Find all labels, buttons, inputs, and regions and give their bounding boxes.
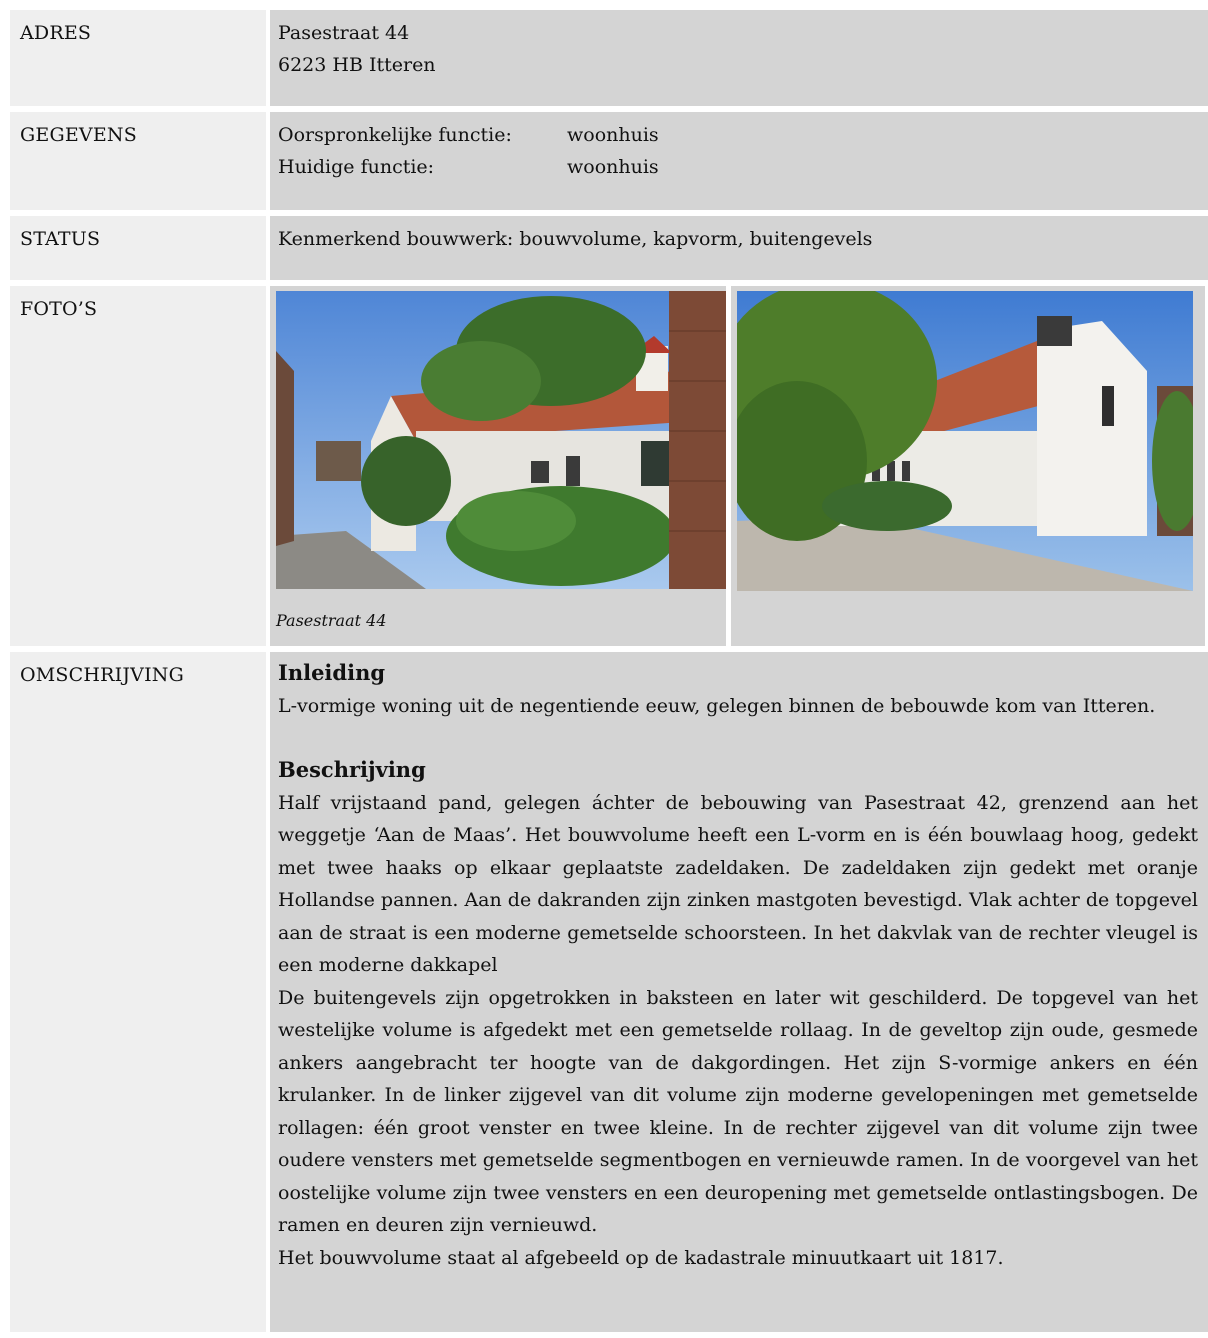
photo-caption: Pasestraat 44: [276, 611, 387, 630]
current-function-key: Huidige functie:: [278, 156, 435, 178]
photo-cell-1: Pasestraat 44: [270, 286, 726, 646]
inleiding-heading: Inleiding: [278, 660, 386, 685]
gegevens-value: Oorspronkelijke functie: woonhuis Huidig…: [270, 112, 1208, 210]
fotos-value: Pasestraat 44: [270, 281, 1208, 646]
house-side-photo: [717, 281, 1202, 591]
status-label: STATUS: [10, 216, 266, 280]
beschrijving-paragraph-1: Half vrijstaand pand, gelegen áchter de …: [278, 791, 1198, 977]
omschrijving-label: OMSCHRIJVING: [10, 652, 266, 1332]
gegevens-row: GEGEVENS Oorspronkelijke functie: woonhu…: [10, 112, 1208, 210]
fotos-label: FOTO’S: [10, 286, 266, 646]
inleiding-text: L-vormige woning uit de negentiende eeuw…: [278, 694, 1156, 717]
adres-label: ADRES: [10, 10, 266, 106]
current-function-line: Huidige functie: woonhuis: [278, 151, 1198, 183]
omschrijving-value: Inleiding L-vormige woning uit de negent…: [270, 652, 1208, 1332]
original-function-line: Oorspronkelijke functie: woonhuis: [278, 119, 1198, 151]
postal-city: 6223 HB Itteren: [278, 54, 436, 76]
beschrijving-paragraph-3: Het bouwvolume staat al afgebeeld op de …: [278, 1246, 1004, 1269]
adres-row: ADRES Pasestraat 44 6223 HB Itteren: [10, 10, 1208, 106]
fotos-row: FOTO’S Pasestraat 44: [10, 281, 1208, 646]
adres-value: Pasestraat 44 6223 HB Itteren: [270, 10, 1208, 106]
status-row: STATUS Kenmerkend bouwwerk: bouwvolume, …: [10, 216, 1208, 280]
street-address: Pasestraat 44: [278, 22, 410, 44]
omschrijving-row: OMSCHRIJVING Inleiding L-vormige woning …: [10, 652, 1208, 1332]
status-value: Kenmerkend bouwwerk: bouwvolume, kapvorm…: [270, 216, 1208, 280]
gegevens-label: GEGEVENS: [10, 112, 266, 210]
beschrijving-heading: Beschrijving: [278, 757, 426, 782]
original-function-key: Oorspronkelijke functie:: [278, 124, 512, 146]
house-street-photo: [276, 291, 726, 589]
monument-record-sheet: ADRES Pasestraat 44 6223 HB Itteren GEGE…: [10, 10, 1208, 1338]
photo-cell-2: [717, 281, 1205, 646]
beschrijving-paragraph-2: De buitengevels zijn opgetrokken in baks…: [278, 986, 1198, 1237]
original-function-value: woonhuis: [567, 124, 659, 146]
current-function-value: woonhuis: [567, 156, 659, 178]
